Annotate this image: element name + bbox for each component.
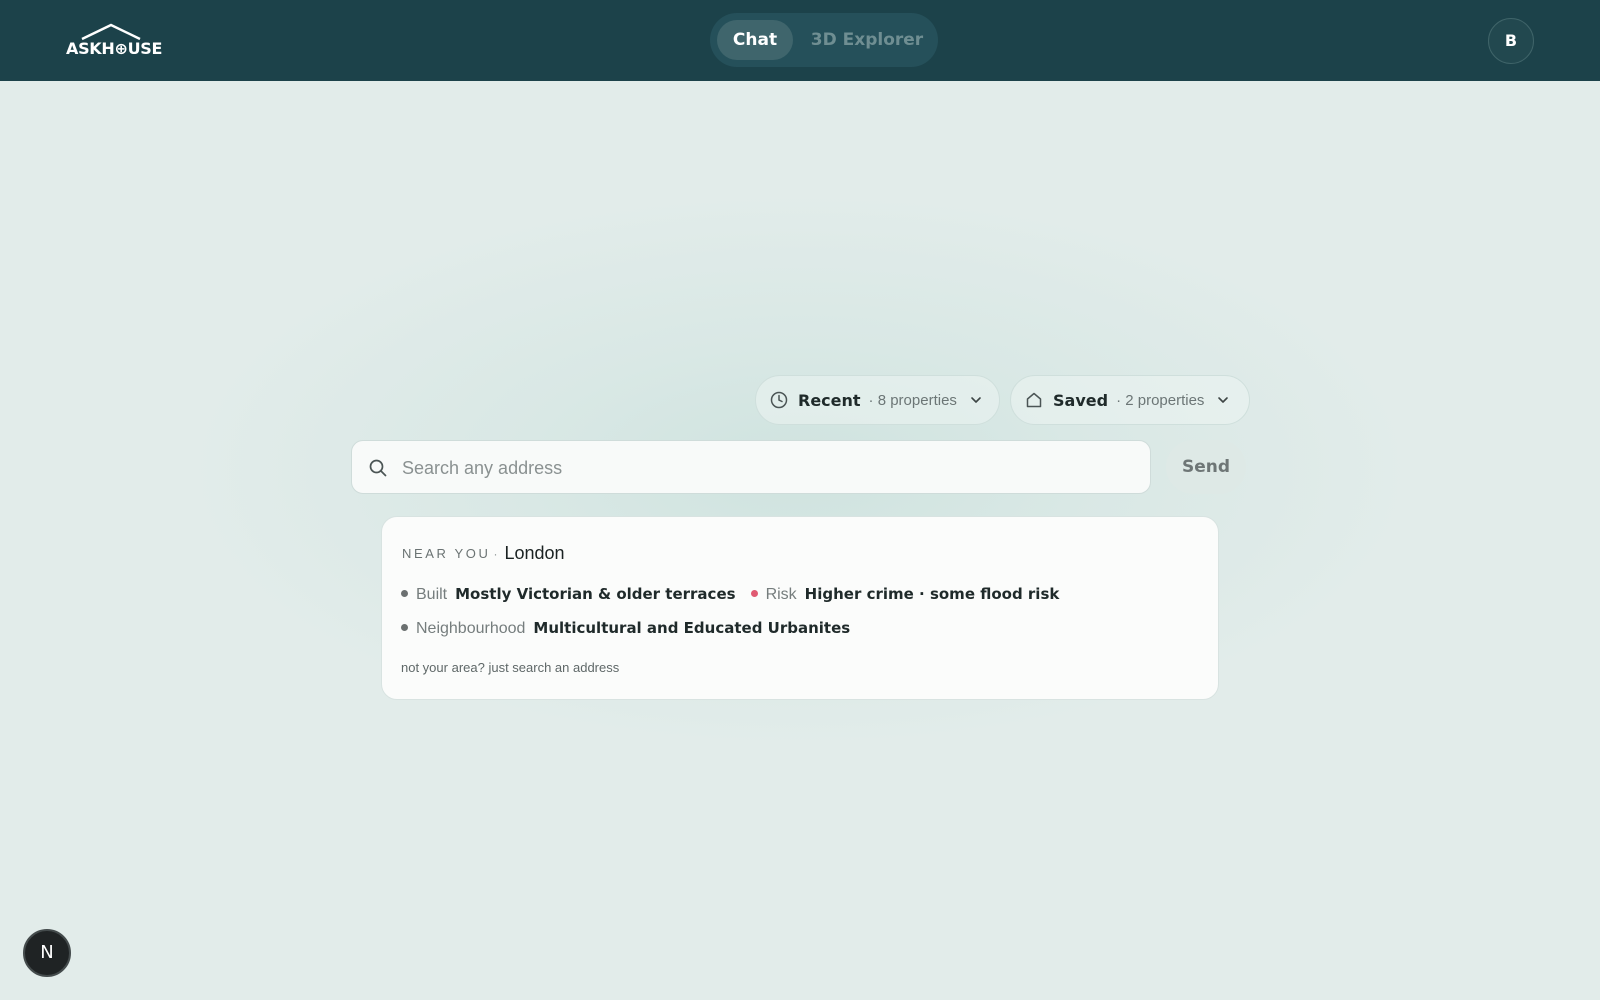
risk-value: Higher crime · some flood risk bbox=[804, 585, 1060, 603]
saved-count: · 2 properties bbox=[1116, 391, 1205, 409]
askhouse-logo[interactable]: ASKH⊕USE bbox=[64, 22, 163, 60]
built-label: Built bbox=[416, 586, 448, 603]
recent-properties-dropdown[interactable]: Recent · 8 properties bbox=[755, 375, 1000, 425]
neighbourhood-label: Neighbourhood bbox=[416, 620, 526, 637]
risk-dot bbox=[750, 590, 758, 598]
city-name: London bbox=[504, 543, 565, 563]
saved-label: Saved bbox=[1053, 390, 1109, 410]
neighbourhood-value: Multicultural and Educated Urbanites bbox=[533, 619, 851, 637]
chevron-down-icon bbox=[969, 393, 983, 407]
risk-label: Risk bbox=[765, 586, 797, 603]
send-button[interactable]: Send bbox=[1166, 440, 1246, 494]
search-icon bbox=[368, 458, 388, 478]
top-nav-bar: ASKH⊕USE Chat 3D Explorer B bbox=[0, 0, 1600, 81]
house-icon bbox=[1024, 390, 1044, 410]
saved-properties-dropdown[interactable]: Saved · 2 properties bbox=[1010, 375, 1250, 425]
near-you-heading: NEAR YOU bbox=[402, 546, 491, 561]
search-input[interactable] bbox=[402, 451, 1122, 485]
bullet-dot bbox=[401, 624, 408, 632]
clock-icon bbox=[769, 390, 789, 410]
built-risk-row: Built Mostly Victorian & older terraces Ri… bbox=[401, 585, 1059, 604]
logo-text: ASKH⊕USE bbox=[66, 39, 163, 58]
recent-count: · 8 properties bbox=[868, 391, 957, 409]
mode-switcher: Chat 3D Explorer bbox=[710, 13, 938, 67]
bullet-dot bbox=[401, 590, 408, 598]
address-search-box bbox=[351, 440, 1151, 494]
built-value: Mostly Victorian & older terraces bbox=[455, 585, 736, 603]
user-avatar[interactable]: B bbox=[1488, 18, 1534, 64]
heading-separator: · bbox=[493, 546, 498, 561]
neighbourhood-row: Neighbourhood Multicultural and Educated … bbox=[401, 619, 850, 638]
recent-label: Recent bbox=[798, 390, 861, 410]
dev-tools-badge[interactable]: N bbox=[23, 929, 71, 977]
near-you-header: NEAR YOU · London bbox=[402, 543, 565, 564]
tab-chat[interactable]: Chat bbox=[717, 20, 793, 60]
search-hint: not your area? just search an address bbox=[401, 660, 620, 675]
tab-3d-explorer[interactable]: 3D Explorer bbox=[802, 20, 932, 60]
chevron-down-icon bbox=[1216, 393, 1230, 407]
